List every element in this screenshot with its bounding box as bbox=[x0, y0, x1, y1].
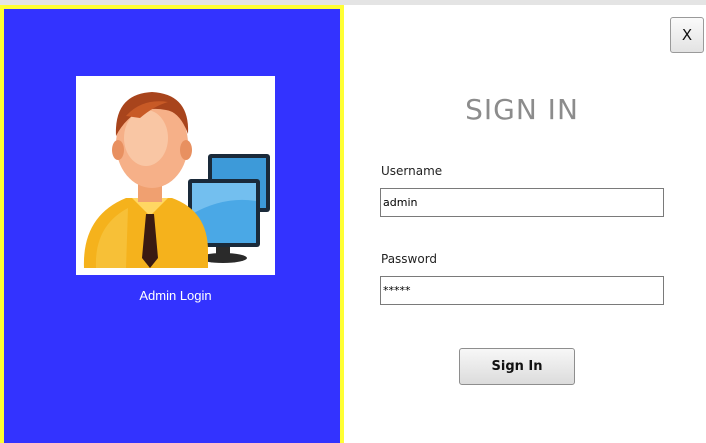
username-input[interactable] bbox=[380, 188, 664, 217]
password-label: Password bbox=[381, 252, 438, 266]
branding-panel: Admin Login bbox=[0, 5, 344, 443]
sign-in-title: SIGN IN bbox=[465, 93, 579, 126]
admin-avatar-icon bbox=[76, 76, 275, 275]
password-input[interactable] bbox=[380, 276, 664, 305]
admin-login-caption: Admin Login bbox=[139, 288, 212, 303]
username-label: Username bbox=[381, 164, 443, 178]
close-button[interactable]: X bbox=[670, 17, 704, 53]
admin-user-with-computers-icon bbox=[83, 92, 270, 268]
close-icon: X bbox=[681, 26, 693, 44]
sign-in-button[interactable]: Sign In bbox=[459, 348, 575, 385]
